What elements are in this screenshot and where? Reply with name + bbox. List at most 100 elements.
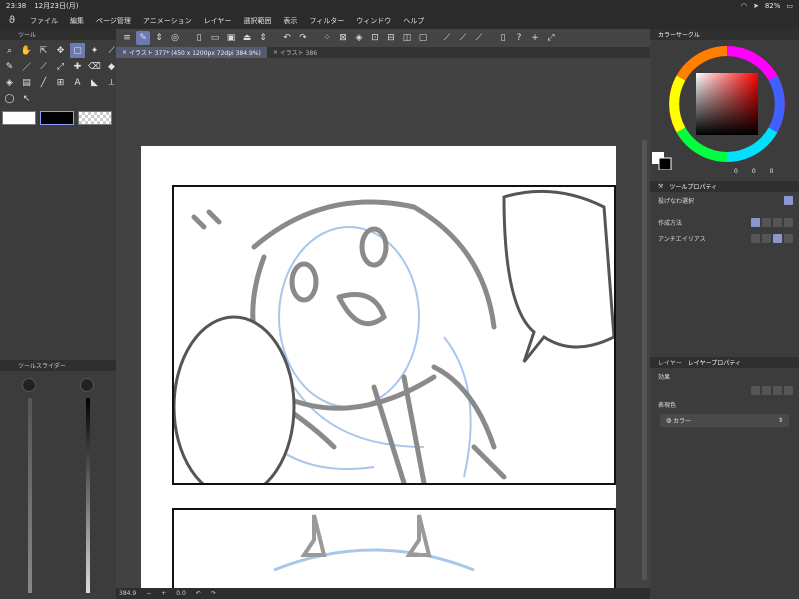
help-icon[interactable]: ?	[512, 31, 526, 45]
method-intersect-icon[interactable]	[784, 217, 793, 227]
rotate-value[interactable]: 0.0	[176, 590, 186, 597]
menu-edit[interactable]: 編集	[64, 16, 90, 26]
undo-icon[interactable]: ↶	[280, 31, 294, 45]
clip-icon[interactable]: ⊟	[384, 31, 398, 45]
save-icon[interactable]: ▣	[224, 31, 238, 45]
menu-filter[interactable]: フィルター	[303, 16, 350, 26]
zoom-in-icon[interactable]: +	[161, 590, 166, 597]
transform-icon[interactable]: ⊡	[368, 31, 382, 45]
deselect-icon[interactable]: ⁘	[320, 31, 334, 45]
export-icon[interactable]: ⏏	[240, 31, 254, 45]
text-tool-icon[interactable]: A	[70, 75, 85, 90]
color-value-3[interactable]: 0	[770, 168, 774, 175]
tab-illust-386[interactable]: × イラスト 386	[267, 47, 323, 58]
color-circle[interactable]	[650, 40, 799, 171]
fill-tool-icon[interactable]: ◈	[2, 75, 17, 90]
pencil-tool-icon[interactable]: ／	[19, 59, 34, 74]
extract-line-icon[interactable]	[762, 385, 771, 395]
method-add-icon[interactable]	[762, 217, 771, 227]
opacity-slider[interactable]	[86, 398, 90, 593]
operation-tool-icon[interactable]: ⇱	[36, 43, 51, 58]
balloon-tool-icon[interactable]: ◣	[87, 75, 102, 90]
tab-illust-377[interactable]: × イラスト 377* (450 x 1200px 72dpi 384.9%)	[116, 47, 267, 58]
tab-close-icon-2[interactable]: ×	[273, 49, 280, 56]
new-file-icon[interactable]: ▯	[192, 31, 206, 45]
aa-none-icon[interactable]	[751, 233, 760, 243]
ruler-icon[interactable]: ⟋	[440, 31, 454, 45]
transparent-swatch[interactable]	[78, 111, 112, 125]
menu-view[interactable]: 表示	[277, 16, 303, 26]
move-tool-icon[interactable]: ✥	[53, 43, 68, 58]
menu-window[interactable]: ウィンドウ	[350, 16, 397, 26]
fit-icon[interactable]: ⤢	[544, 31, 558, 45]
menu-page[interactable]: ページ管理	[90, 16, 137, 26]
copy-icon[interactable]: ▢	[416, 31, 430, 45]
redo-icon[interactable]: ↷	[296, 31, 310, 45]
method-new-icon[interactable]	[751, 217, 760, 227]
zoom-out-icon[interactable]: −	[146, 590, 151, 597]
brush-tool-icon[interactable]: ⟋	[36, 59, 51, 74]
color-panel-title[interactable]: カラーサークル	[658, 30, 700, 39]
perspective-icon[interactable]: ⟋	[456, 31, 470, 45]
tool-name: 投げなわ選択	[658, 197, 695, 205]
chevron-up-down-icon[interactable]: ⇕	[152, 31, 166, 45]
figure-tool-icon[interactable]: ╱	[36, 75, 51, 90]
border-effect-icon[interactable]	[751, 385, 760, 395]
method-subtract-icon[interactable]	[773, 217, 782, 227]
hamburger-icon[interactable]: ≡	[120, 31, 134, 45]
display-color-dropdown[interactable]: ◍ カラー ⇕	[660, 414, 789, 427]
menu-layer[interactable]: レイヤー	[198, 16, 238, 26]
brush-size-knob[interactable]	[22, 378, 36, 392]
menu-help[interactable]: ヘルプ	[397, 16, 430, 26]
correct-line-icon[interactable]: ◯	[2, 91, 17, 106]
zoom-tool-icon[interactable]: ⌕	[2, 43, 17, 58]
pen-tool-icon[interactable]: ✎	[2, 59, 17, 74]
canvas-paper[interactable]	[141, 146, 616, 588]
aa-weak-icon[interactable]	[762, 233, 771, 243]
hand-tool-icon[interactable]: ✋	[19, 43, 34, 58]
rotate-right-icon[interactable]: ↷	[211, 590, 216, 597]
open-file-icon[interactable]: ▭	[208, 31, 222, 45]
decoration-tool-icon[interactable]: ✚	[70, 59, 85, 74]
opacity-knob[interactable]	[80, 378, 94, 392]
chevron-up-down-icon-2[interactable]: ⇕	[256, 31, 270, 45]
tool-property-title[interactable]: ツールプロパティ	[669, 182, 717, 191]
lasso-tool-icon[interactable]: ↖	[19, 91, 34, 106]
app-logo-icon[interactable]: ϑ	[0, 15, 24, 26]
tone-effect-icon[interactable]	[773, 385, 782, 395]
menu-animation[interactable]: アニメーション	[137, 16, 198, 26]
brush-size-slider[interactable]	[28, 398, 32, 593]
crop-icon[interactable]: ◫	[400, 31, 414, 45]
layer-tab[interactable]: レイヤー	[658, 358, 682, 367]
rotate-left-icon[interactable]: ↶	[196, 590, 201, 597]
plus-icon[interactable]: +	[528, 31, 542, 45]
eraser-tool-icon[interactable]: ⌫	[87, 59, 102, 74]
target-icon[interactable]: ◎	[168, 31, 182, 45]
layer-color-icon[interactable]	[784, 385, 793, 395]
zoom-value[interactable]: 384.9	[119, 590, 136, 597]
aa-strong-icon[interactable]	[784, 233, 793, 243]
select-layer-icon[interactable]: ⊠	[336, 31, 350, 45]
lock-icon[interactable]	[784, 195, 793, 205]
black-swatch[interactable]	[40, 111, 74, 125]
symmetry-icon[interactable]: ⟋	[472, 31, 486, 45]
auto-select-icon[interactable]: ✦	[87, 43, 102, 58]
phone-icon[interactable]: ▯	[496, 31, 510, 45]
color-value-2[interactable]: 0	[752, 168, 756, 175]
aa-medium-icon[interactable]	[773, 233, 782, 243]
quick-access-icon[interactable]: ✎	[136, 31, 150, 45]
color-value-1[interactable]: 0	[734, 168, 738, 175]
airbrush-tool-icon[interactable]: ⤢	[53, 59, 68, 74]
wrench-icon[interactable]: ⚒	[658, 183, 663, 190]
fill-icon[interactable]: ◈	[352, 31, 366, 45]
frame-tool-icon[interactable]: ⊞	[53, 75, 68, 90]
tab-close-icon[interactable]: ×	[122, 49, 129, 56]
layer-property-tab[interactable]: レイヤープロパティ	[688, 358, 741, 367]
gradient-tool-icon[interactable]: ▤	[19, 75, 34, 90]
menu-file[interactable]: ファイル	[24, 16, 64, 26]
canvas-vertical-scrollbar[interactable]	[642, 140, 647, 580]
white-swatch[interactable]	[2, 111, 36, 125]
menu-selection[interactable]: 選択範囲	[237, 16, 277, 26]
canvas-area[interactable]	[116, 58, 650, 588]
selection-tool-icon[interactable]: ▢	[70, 43, 85, 58]
